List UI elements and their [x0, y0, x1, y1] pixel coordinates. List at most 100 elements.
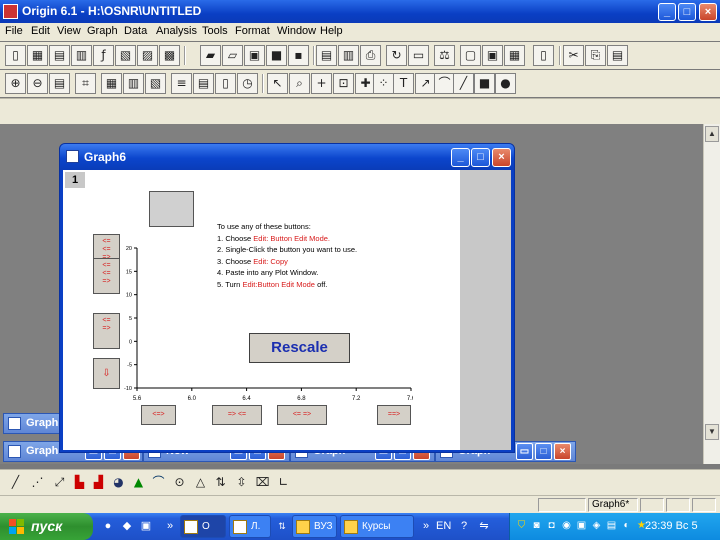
- minimize-button[interactable]: _: [658, 3, 676, 21]
- new-excel-icon[interactable]: ▧: [115, 45, 136, 66]
- tray-icon[interactable]: ▤: [605, 519, 618, 533]
- column-plot-icon[interactable]: ▙: [70, 472, 89, 493]
- new-matrix-icon[interactable]: ▥: [71, 45, 92, 66]
- save-icon[interactable]: ■: [266, 45, 287, 66]
- add-layer-icon[interactable]: ▯: [533, 45, 554, 66]
- new-worksheet-icon[interactable]: ▦: [27, 45, 48, 66]
- menu-help[interactable]: Help: [320, 25, 343, 37]
- new-layout-icon[interactable]: ▨: [137, 45, 158, 66]
- help-icon[interactable]: ?: [456, 518, 472, 534]
- graph-page[interactable]: 1 <= <= => <= <= => <= => ⇩ 5.66.06.46.8…: [63, 170, 460, 450]
- task-scroll-icon[interactable]: ⇅: [274, 518, 290, 534]
- graph-maximize-button[interactable]: □: [471, 148, 490, 167]
- menu-tools[interactable]: Tools: [202, 25, 228, 37]
- restore-button[interactable]: ▭: [516, 443, 533, 460]
- time-icon[interactable]: ◷: [237, 73, 258, 94]
- open-icon[interactable]: ▰: [200, 45, 221, 66]
- quick-launch-overflow-icon[interactable]: »: [162, 518, 178, 534]
- layout-icon[interactable]: ▦: [101, 73, 122, 94]
- menu-data[interactable]: Data: [124, 25, 147, 37]
- menu-edit[interactable]: Edit: [31, 25, 50, 37]
- origin-app-icon[interactable]: [3, 4, 18, 19]
- rescale-icon[interactable]: ⌗: [75, 73, 96, 94]
- scroll-down-icon[interactable]: ▼: [705, 424, 719, 440]
- bar-plot-icon[interactable]: ▟: [89, 472, 108, 493]
- legend-icon[interactable]: ≡: [171, 73, 192, 94]
- curved-arrow-icon[interactable]: ⌒: [434, 73, 455, 94]
- language-indicator[interactable]: EN: [436, 520, 451, 532]
- open-excel-icon[interactable]: ▣: [244, 45, 265, 66]
- arrange-layers-icon[interactable]: ▥: [123, 73, 144, 94]
- vector-plot-icon[interactable]: ⇅: [211, 472, 230, 493]
- cut-icon[interactable]: ✂: [563, 45, 584, 66]
- code-builder-icon[interactable]: ▦: [504, 45, 525, 66]
- import-multiple-icon[interactable]: ▥: [338, 45, 359, 66]
- start-button[interactable]: пуск: [0, 513, 93, 540]
- tray-icon[interactable]: ◐: [620, 519, 633, 533]
- quick-launch-icon[interactable]: ●: [100, 518, 116, 534]
- blank-button[interactable]: [149, 191, 194, 227]
- import-ascii-icon[interactable]: ▤: [316, 45, 337, 66]
- graph-window-title-bar[interactable]: Graph6 _ □ ×: [60, 144, 514, 170]
- pie-chart-icon[interactable]: ◕: [109, 472, 128, 493]
- screen-reader-icon[interactable]: ⊡: [333, 73, 354, 94]
- line-plot-icon[interactable]: ╱: [6, 472, 25, 493]
- new-function-icon[interactable]: ƒ: [93, 45, 114, 66]
- shield-icon[interactable]: ⛉: [515, 519, 528, 533]
- line-icon[interactable]: ╱: [453, 73, 474, 94]
- compress-x-button[interactable]: => <=: [212, 405, 262, 425]
- date-icon[interactable]: ▯: [215, 73, 236, 94]
- duplicate-icon[interactable]: ▭: [408, 45, 429, 66]
- quick-launch-icon[interactable]: ▣: [138, 518, 154, 534]
- graph-close-button[interactable]: ×: [492, 148, 511, 167]
- menu-graph[interactable]: Graph: [87, 25, 118, 37]
- menu-format[interactable]: Format: [235, 25, 270, 37]
- rescale-button[interactable]: Rescale: [249, 333, 350, 363]
- menu-file[interactable]: File: [5, 25, 23, 37]
- scatter-plot-icon[interactable]: ⋰: [28, 472, 47, 493]
- taskbar-task[interactable]: Л.: [229, 515, 271, 538]
- close-button[interactable]: ×: [554, 443, 571, 460]
- tray-icon[interactable]: ▣: [575, 519, 588, 533]
- hi-lo-close-icon[interactable]: ⇳: [232, 472, 251, 493]
- ellipse-icon[interactable]: ●: [495, 73, 516, 94]
- project-explorer-icon[interactable]: ▢: [460, 45, 481, 66]
- menu-view[interactable]: View: [57, 25, 81, 37]
- rectangle-icon[interactable]: ■: [474, 73, 495, 94]
- shift-right-button[interactable]: ==>: [377, 405, 411, 425]
- graph-minimize-button[interactable]: _: [451, 148, 470, 167]
- template-icon[interactable]: ∟: [274, 472, 293, 493]
- save-template-icon[interactable]: ▪: [288, 45, 309, 66]
- fill-area-icon[interactable]: ⌒: [149, 472, 168, 493]
- menu-analysis[interactable]: Analysis: [156, 25, 197, 37]
- crosshair-icon[interactable]: +: [311, 73, 332, 94]
- whole-page-icon[interactable]: ▤: [49, 73, 70, 94]
- expand-x-button[interactable]: <= =>: [277, 405, 327, 425]
- polar-plot-icon[interactable]: ⊙: [170, 472, 189, 493]
- scroll-up-icon[interactable]: ▲: [705, 126, 719, 142]
- side-button[interactable]: <= =>: [93, 313, 120, 349]
- volume-icon[interactable]: ◉: [560, 519, 573, 533]
- menu-window[interactable]: Window: [277, 25, 316, 37]
- taskbar-task[interactable]: ВУЗ: [292, 515, 337, 538]
- paste-icon[interactable]: ▤: [607, 45, 628, 66]
- tray-icon[interactable]: ◙: [530, 519, 543, 533]
- ternary-plot-icon[interactable]: △: [191, 472, 210, 493]
- area-plot-icon[interactable]: ▲: [129, 472, 148, 493]
- line-symbol-plot-icon[interactable]: ⤢: [50, 472, 69, 493]
- quick-launch-icon[interactable]: ◆: [119, 518, 135, 534]
- refresh-icon[interactable]: ↻: [386, 45, 407, 66]
- task-overflow-icon[interactable]: »: [418, 518, 434, 534]
- network-icon[interactable]: ⇋: [476, 518, 492, 534]
- maximize-button[interactable]: □: [678, 3, 696, 21]
- taskbar-task[interactable]: Курсы: [340, 515, 414, 538]
- taskbar-task[interactable]: O: [180, 515, 226, 538]
- new-project-icon[interactable]: ▯: [5, 45, 26, 66]
- new-notes-icon[interactable]: ▩: [159, 45, 180, 66]
- layer-tab[interactable]: 1: [65, 172, 85, 188]
- merge-graphs-icon[interactable]: ▧: [145, 73, 166, 94]
- graph-window[interactable]: Graph6 _ □ × 1 <= <= => <= <= => <= => ⇩…: [59, 143, 515, 453]
- minimized-window[interactable]: Graph: [3, 413, 63, 434]
- print-icon[interactable]: ⎙: [360, 45, 381, 66]
- close-button[interactable]: ×: [699, 3, 717, 21]
